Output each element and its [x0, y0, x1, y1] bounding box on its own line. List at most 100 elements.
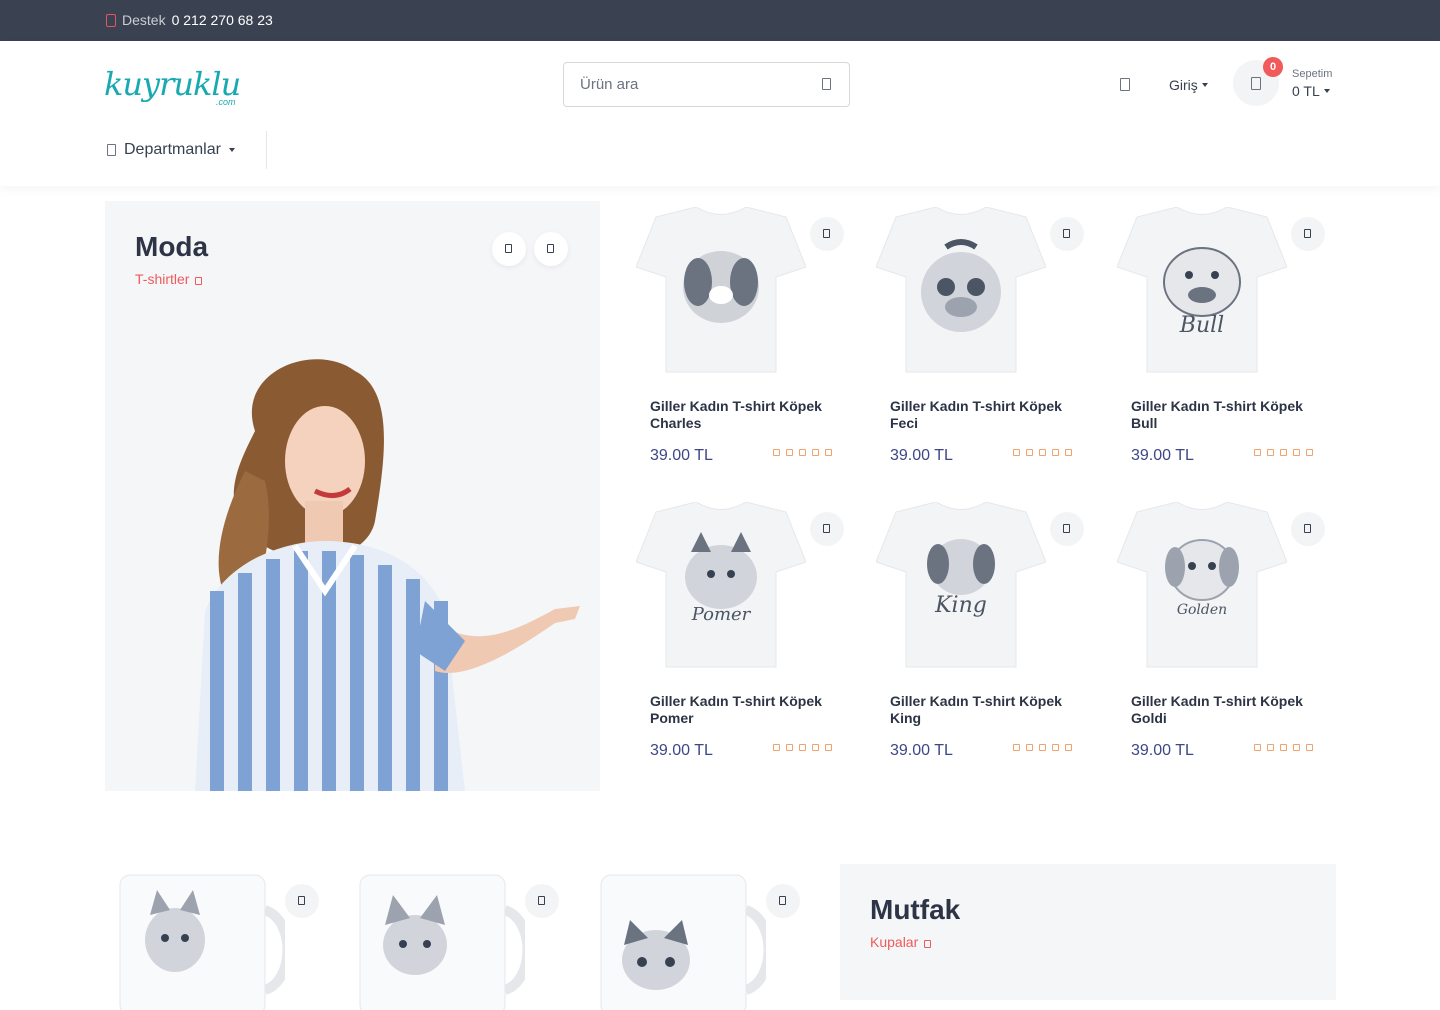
product-price: 39.00 TL [890, 742, 953, 759]
product-card[interactable] [355, 870, 575, 1010]
star-icon [812, 449, 819, 456]
star-icon [1065, 744, 1072, 751]
rating-stars [1013, 449, 1072, 456]
search-icon[interactable] [822, 78, 831, 90]
star-icon [1293, 744, 1300, 751]
cart-count-badge: 0 [1263, 57, 1283, 77]
star-icon [825, 744, 832, 751]
arrow-right-icon [924, 939, 932, 948]
cart-total[interactable]: 0 TL [1292, 83, 1330, 99]
product-card[interactable] [115, 870, 335, 1010]
product-price: 39.00 TL [1131, 447, 1194, 464]
product-image: Pomer [636, 502, 806, 668]
favorite-button[interactable] [285, 884, 319, 918]
product-name[interactable]: Giller Kadın T-shirt Köpek Pomer [650, 693, 840, 727]
support-phone[interactable]: 0 212 270 68 23 [172, 12, 273, 28]
login-dropdown[interactable]: Giriş [1169, 77, 1208, 93]
star-icon [773, 744, 780, 751]
star-icon [1280, 744, 1287, 751]
departments-menu[interactable]: Departmanlar [107, 141, 235, 159]
login-label: Giriş [1169, 77, 1198, 93]
product-image [600, 874, 766, 1010]
moda-banner: Moda T-shirtler [105, 201, 600, 791]
rating-stars [1254, 449, 1313, 456]
favorite-button[interactable] [810, 217, 844, 251]
favorite-button[interactable] [525, 884, 559, 918]
favorite-button[interactable] [766, 884, 800, 918]
star-icon [773, 449, 780, 456]
product-card[interactable]: Giller Kadın T-shirt Köpek Feci 39.00 TL [876, 207, 1086, 487]
heart-icon [1063, 229, 1070, 238]
product-price: 39.00 TL [650, 742, 713, 759]
support-info[interactable]: Destek 0 212 270 68 23 [106, 12, 273, 28]
favorite-button[interactable] [1050, 217, 1084, 251]
product-image: King [876, 502, 1046, 668]
search-input[interactable] [580, 76, 800, 93]
star-icon [812, 744, 819, 751]
star-icon [1052, 449, 1059, 456]
product-card[interactable] [596, 870, 816, 1010]
heart-icon [1063, 524, 1070, 533]
caret-down-icon [228, 148, 235, 152]
star-icon [799, 449, 806, 456]
star-icon [1052, 744, 1059, 751]
product-image [876, 207, 1046, 373]
product-image [359, 874, 525, 1010]
product-card[interactable]: King Giller Kadın T-shirt Köpek King 39.… [876, 502, 1086, 782]
search-box [563, 62, 850, 107]
banner-title: Moda [135, 231, 209, 262]
star-icon [786, 744, 793, 751]
favorite-button[interactable] [810, 512, 844, 546]
favorite-button[interactable] [1050, 512, 1084, 546]
support-label: Destek [122, 12, 166, 28]
arrow-right-icon [195, 276, 203, 285]
product-card[interactable]: Bull Giller Kadın T-shirt Köpek Bull 39.… [1117, 207, 1327, 487]
heart-icon [1304, 229, 1311, 238]
star-icon [1013, 744, 1020, 751]
star-icon [1026, 744, 1033, 751]
rating-stars [1254, 744, 1313, 751]
product-card[interactable]: Pomer Giller Kadın T-shirt Köpek Pomer 3… [636, 502, 846, 782]
cart-label: Sepetim [1292, 68, 1333, 80]
logo[interactable]: kuyruklu .com [104, 63, 249, 111]
banner-link-label: Kupalar [870, 934, 919, 950]
mutfak-banner: Mutfak Kupalar [840, 864, 1336, 1000]
banner-title: Mutfak [870, 894, 961, 925]
shirt-print: Bull [1179, 313, 1224, 338]
product-name[interactable]: Giller Kadın T-shirt Köpek Feci [890, 398, 1080, 432]
star-icon [1065, 449, 1072, 456]
cart-icon [1251, 77, 1261, 90]
next-button[interactable] [534, 232, 568, 266]
chevron-left-icon [505, 244, 512, 253]
banner-link[interactable]: T-shirtler [135, 271, 203, 287]
shirt-print: Pomer [691, 604, 752, 625]
caret-down-icon [1323, 89, 1330, 93]
rating-stars [1013, 744, 1072, 751]
product-name[interactable]: Giller Kadın T-shirt Köpek King [890, 693, 1080, 727]
product-name[interactable]: Giller Kadın T-shirt Köpek Charles [650, 398, 840, 432]
product-price: 39.00 TL [650, 447, 713, 464]
product-card[interactable]: Golden Giller Kadın T-shirt Köpek Goldi … [1117, 502, 1327, 782]
star-icon [1267, 449, 1274, 456]
divider [266, 131, 267, 169]
heart-icon [538, 896, 545, 905]
wishlist-icon[interactable] [1120, 78, 1130, 91]
caret-down-icon [1201, 83, 1208, 87]
shirt-print: Golden [1177, 602, 1227, 618]
banner-link[interactable]: Kupalar [870, 934, 932, 950]
rating-stars [773, 744, 832, 751]
logo-sub: .com [216, 97, 236, 107]
favorite-button[interactable] [1291, 512, 1325, 546]
favorite-button[interactable] [1291, 217, 1325, 251]
product-name[interactable]: Giller Kadın T-shirt Köpek Bull [1131, 398, 1321, 432]
heart-icon [298, 896, 305, 905]
star-icon [1306, 449, 1313, 456]
star-icon [1039, 449, 1046, 456]
banner-link-label: T-shirtler [135, 271, 190, 287]
product-name[interactable]: Giller Kadın T-shirt Köpek Goldi [1131, 693, 1321, 727]
product-card[interactable]: Giller Kadın T-shirt Köpek Charles 39.00… [636, 207, 846, 487]
heart-icon [823, 229, 830, 238]
star-icon [1026, 449, 1033, 456]
prev-button[interactable] [492, 232, 526, 266]
cart-total-value: 0 TL [1292, 83, 1320, 99]
